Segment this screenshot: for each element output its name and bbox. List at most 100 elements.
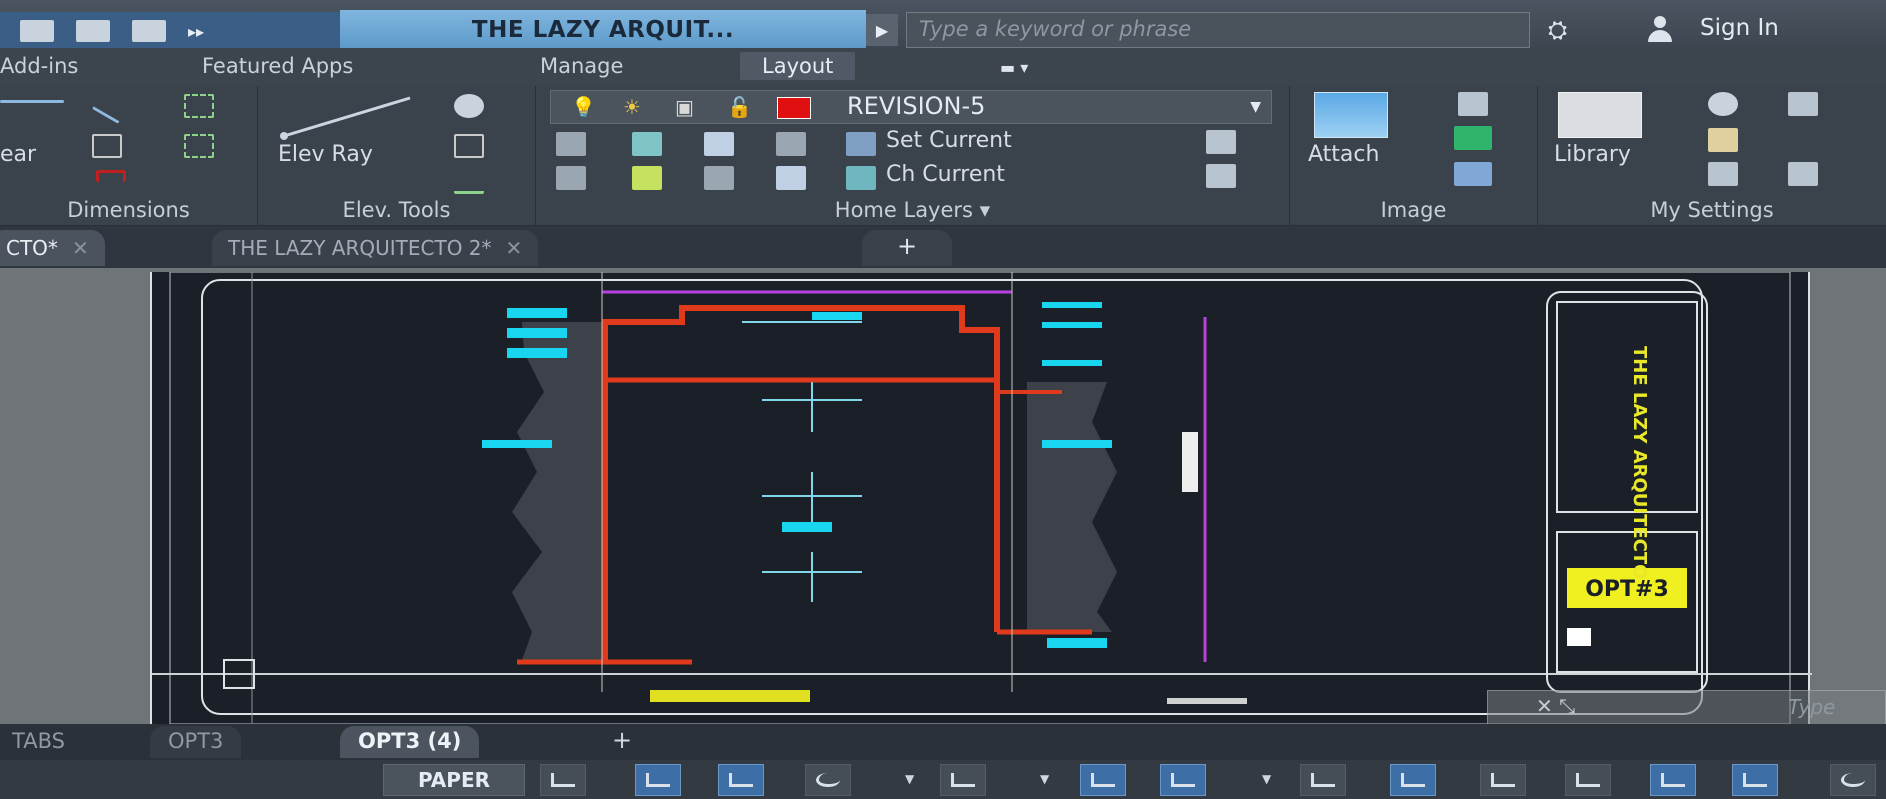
settings-tool-icon-4[interactable] [1788, 162, 1818, 186]
layer-tool-icon-4[interactable] [776, 132, 806, 156]
linear-dimension-label[interactable]: ear [0, 142, 36, 167]
file-tab[interactable]: THE LAZY ARQUITECTO 2* ✕ [212, 230, 539, 266]
layer-dropdown[interactable]: 💡 ☀ ▣ 🔓 REVISION-5 ▼ [550, 90, 1272, 124]
chevron-down-icon[interactable]: ▼ [1262, 772, 1271, 786]
layer-tool-icon-8[interactable] [776, 166, 806, 190]
otrack-icon[interactable] [1080, 764, 1126, 796]
library-button[interactable]: Library [1554, 142, 1631, 167]
tab-featured-apps[interactable]: Featured Apps [202, 54, 353, 78]
layer-on-icon[interactable]: 💡 [571, 95, 596, 119]
ch-current-button[interactable]: Ch Current [886, 162, 1005, 187]
settings-tool-icon-3[interactable] [1708, 162, 1738, 186]
help-icon[interactable] [454, 94, 484, 118]
polar-icon[interactable] [805, 764, 851, 796]
drawing-canvas[interactable]: THE LAZY ARQUITECTO OPT#3 [152, 272, 1812, 724]
attach-button[interactable]: Attach [1308, 142, 1379, 167]
command-line[interactable]: ✕ ⤡ Type [1487, 690, 1886, 726]
layout-tab-opt3-4[interactable]: OPT3 (4) [340, 726, 480, 758]
dim-break-icon[interactable] [92, 134, 122, 158]
dim-continue-icon[interactable] [184, 134, 214, 158]
chevron-down-icon[interactable]: ▼ [1040, 772, 1049, 786]
elev-tools-panel-label: Elev. Tools [342, 198, 451, 222]
new-tab-button[interactable]: + [862, 230, 952, 266]
aligned-dimension-icon[interactable] [92, 88, 130, 124]
command-close-icon[interactable]: ✕ ⤡ [1536, 694, 1575, 718]
tab-layout[interactable]: Layout [740, 52, 856, 80]
close-icon[interactable]: ✕ [506, 236, 523, 260]
tab-manage[interactable]: Manage [540, 54, 623, 78]
file-tab-active[interactable]: CTO* ✕ [0, 230, 105, 266]
layer-states-icon[interactable] [1206, 130, 1236, 154]
transparency-icon[interactable] [1390, 764, 1436, 796]
annotation-visibility-icon[interactable] [1650, 764, 1696, 796]
grid-icon[interactable] [635, 764, 681, 796]
auto-scale-icon[interactable] [1732, 764, 1778, 796]
image-frame-icon[interactable] [1454, 162, 1492, 186]
image-adjust-icon[interactable] [1454, 126, 1492, 150]
paper-space-sheet[interactable]: THE LAZY ARQUITECTO OPT#3 [150, 272, 1812, 724]
command-input[interactable]: Type [1788, 695, 1835, 719]
chevron-down-icon[interactable]: ▼ [1250, 99, 1261, 115]
home-layers-panel-label[interactable]: Home Layers ▾ [536, 198, 1289, 222]
layer-lock-icon[interactable]: 🔓 [727, 95, 752, 119]
document-title: THE LAZY ARQUIT... [340, 10, 866, 50]
layer-tool-icon-7[interactable] [704, 166, 734, 190]
library-icon[interactable] [1558, 92, 1642, 138]
binoculars-icon[interactable]: ⛭ [1548, 16, 1567, 44]
workspace-toggle-icon[interactable]: ▬ ▾ [1000, 58, 1028, 77]
image-attach-icon[interactable] [1314, 92, 1388, 138]
elev-ray-icon[interactable] [278, 92, 418, 142]
file-tab-label: CTO* [6, 236, 58, 260]
new-layout-button[interactable]: + [594, 726, 650, 758]
3d-osnap-icon[interactable] [1565, 764, 1611, 796]
user-icon[interactable] [1645, 14, 1675, 44]
image-clip-icon[interactable] [1458, 92, 1488, 116]
tab-add-ins[interactable]: Add-ins [0, 54, 78, 78]
layer-tool-icon-2[interactable] [632, 132, 662, 156]
close-icon[interactable]: ✕ [72, 236, 89, 260]
ribbon: ear Dimensions Elev Ray Elev. Tools 💡 ☀ … [0, 86, 1886, 226]
set-current-icon[interactable] [846, 132, 876, 156]
dimension-style-icon[interactable] [184, 94, 214, 118]
lineweight-icon[interactable] [1300, 764, 1346, 796]
layer-tool-icon-3[interactable] [704, 132, 734, 156]
layer-tool-icon-6[interactable] [632, 166, 662, 190]
file-tab-label: THE LAZY ARQUITECTO 2* [228, 236, 492, 260]
osnap-icon[interactable] [940, 764, 986, 796]
selection-cycling-icon[interactable] [1480, 764, 1526, 796]
copy-icon[interactable] [132, 20, 166, 42]
layer-freeze-icon[interactable]: ☀ [623, 95, 641, 119]
layout-tab-tabs[interactable]: TABS [0, 726, 83, 758]
dim-baseline-icon[interactable] [96, 170, 126, 182]
elev-arrow-icon[interactable] [454, 170, 484, 194]
set-current-button[interactable]: Set Current [886, 128, 1012, 153]
snap-icon[interactable] [540, 764, 586, 796]
open-folder-icon[interactable] [76, 20, 110, 42]
ortho-icon[interactable] [718, 764, 764, 796]
settings-help-icon[interactable] [1708, 92, 1738, 116]
elev-mark-icon[interactable] [454, 134, 484, 158]
paper-space-toggle[interactable]: PAPER [383, 764, 525, 796]
ch-current-icon[interactable] [846, 166, 876, 190]
search-input[interactable]: Type a keyword or phrase [906, 12, 1530, 48]
settings-tool-icon-1[interactable] [1788, 92, 1818, 116]
layer-tool-icon-1[interactable] [556, 132, 586, 156]
layer-viewport-freeze-icon[interactable]: ▣ [675, 95, 694, 119]
dimensions-panel: ear Dimensions [0, 86, 258, 226]
chevron-down-icon[interactable]: ▼ [905, 772, 914, 786]
elev-ray-button[interactable]: Elev Ray [278, 142, 373, 167]
current-layer-name: REVISION-5 [847, 92, 986, 120]
layer-color-swatch [777, 97, 811, 119]
layer-walk-icon[interactable] [1206, 164, 1236, 188]
dynamic-ucs-icon[interactable] [1160, 764, 1206, 796]
elev-tools-panel: Elev Ray Elev. Tools [258, 86, 536, 226]
play-arrow-icon[interactable]: ▶ [866, 14, 898, 46]
layout-tab-opt3[interactable]: OPT3 [150, 726, 242, 758]
layer-tool-icon-5[interactable] [556, 166, 586, 190]
more-tools-icon[interactable]: ▸▸ [188, 22, 204, 41]
linear-dimension-icon[interactable] [0, 100, 64, 103]
settings-tool-icon-2[interactable] [1708, 128, 1738, 152]
workspace-gear-icon[interactable] [1830, 764, 1876, 796]
save-icon[interactable] [20, 20, 54, 42]
sign-in-link[interactable]: Sign In [1700, 15, 1779, 41]
